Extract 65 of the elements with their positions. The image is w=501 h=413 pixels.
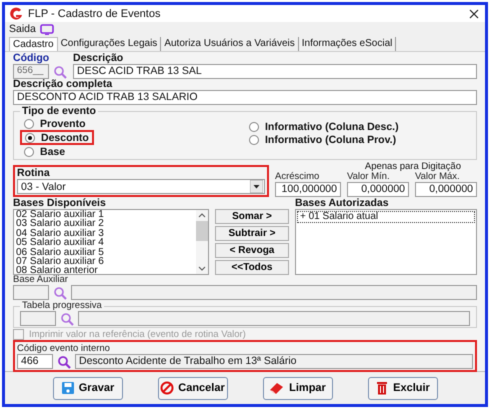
field-label: Valor Mín.	[347, 172, 390, 182]
eraser-icon	[269, 381, 286, 395]
group-title: Tabela progressiva	[21, 301, 103, 311]
scrollbar[interactable]	[196, 210, 208, 274]
radio-option[interactable]: Base	[20, 145, 70, 158]
window-title: FLP - Cadastro de Eventos	[28, 8, 162, 20]
list-item[interactable]: 05 Salario auxiliar 4	[14, 238, 196, 248]
code-field[interactable]: 466	[17, 354, 53, 369]
field-label: Base Auxiliar	[13, 275, 68, 285]
list-item[interactable]: 07 Salario auxiliar 6	[14, 257, 196, 266]
full-description-field[interactable]: DESCONTO ACID TRAB 13 SALARIO	[13, 90, 477, 105]
tab[interactable]: Cadastro	[9, 37, 58, 51]
dropdown-arrow-icon[interactable]	[250, 180, 263, 193]
action-button[interactable]: Excluir	[368, 376, 438, 400]
scroll-down-icon[interactable]	[198, 266, 206, 272]
numeric-field[interactable]: 100,000000	[275, 182, 341, 197]
action-button[interactable]: Cancelar	[158, 376, 228, 400]
logo-icon	[9, 6, 23, 20]
code-field[interactable]: 656__	[13, 64, 49, 79]
search-icon[interactable]	[53, 64, 67, 78]
numeric-field[interactable]: 0,000000	[415, 182, 477, 197]
menu-item[interactable]: Saida	[9, 23, 36, 35]
description-field[interactable]: DESC ACID TRAB 13 SAL	[73, 64, 477, 79]
group-title: Tipo de evento	[21, 106, 97, 117]
list-item[interactable]: + 01 Salario atual	[297, 211, 475, 223]
field-label: Rotina	[17, 168, 50, 179]
transfer-button[interactable]: Somar >	[215, 209, 289, 224]
transfer-button[interactable]: < Revoga	[215, 243, 289, 258]
trash-icon	[375, 381, 390, 395]
list-item[interactable]: 03 Salario auxiliar 2	[14, 219, 196, 229]
no-entry-icon	[160, 381, 174, 395]
routine-dropdown[interactable]: 03 - Valor	[17, 179, 265, 194]
action-button[interactable]: Limpar	[262, 376, 332, 400]
search-icon[interactable]	[53, 286, 67, 300]
field-label: Valor Máx.	[415, 172, 460, 182]
field-label: Descrição completa	[13, 79, 112, 90]
field-label: Acréscimo	[275, 172, 320, 182]
transfer-button[interactable]: <<Todos	[215, 260, 289, 275]
list-item[interactable]: 08 Salario anterior	[14, 266, 196, 274]
field-label: Código evento interno	[17, 343, 110, 354]
list-label: Bases Autorizadas	[295, 198, 389, 209]
scroll-up-icon[interactable]	[198, 212, 206, 218]
radio-option[interactable]: Informativo (Coluna Desc.)	[245, 120, 403, 133]
search-icon[interactable]	[60, 312, 74, 326]
close-icon[interactable]	[469, 8, 479, 18]
list-item[interactable]: 06 Salario auxiliar 5	[14, 248, 196, 258]
list-label: Bases Disponíveis	[13, 198, 106, 209]
action-button[interactable]: Gravar	[52, 376, 122, 400]
tab[interactable]: Configurações Legais	[58, 37, 162, 51]
code-field[interactable]	[20, 311, 56, 326]
transfer-button[interactable]: Subtrair >	[215, 226, 289, 241]
list-item[interactable]: 02 Salario auxiliar 1	[14, 210, 196, 220]
field-label: Descrição	[73, 53, 124, 64]
monitor-icon[interactable]	[40, 24, 54, 34]
tab[interactable]: Autoriza Usuários a Variáveis	[161, 37, 299, 51]
digitation-note: Apenas para Digitação	[364, 162, 461, 172]
search-icon[interactable]	[57, 354, 71, 368]
description-field: Desconto Acidente de Trabalho em 13ª Salário	[75, 354, 473, 369]
code-field[interactable]	[13, 285, 49, 300]
radio-option[interactable]: Desconto	[20, 130, 94, 145]
field-label: Código	[13, 53, 50, 64]
list-item[interactable]: 04 Salario auxiliar 3	[14, 228, 196, 238]
radio-option[interactable]: Provento	[20, 117, 90, 130]
radio-option[interactable]: Informativo (Coluna Prov.)	[245, 133, 400, 146]
numeric-field[interactable]: 0,000000	[347, 182, 409, 197]
